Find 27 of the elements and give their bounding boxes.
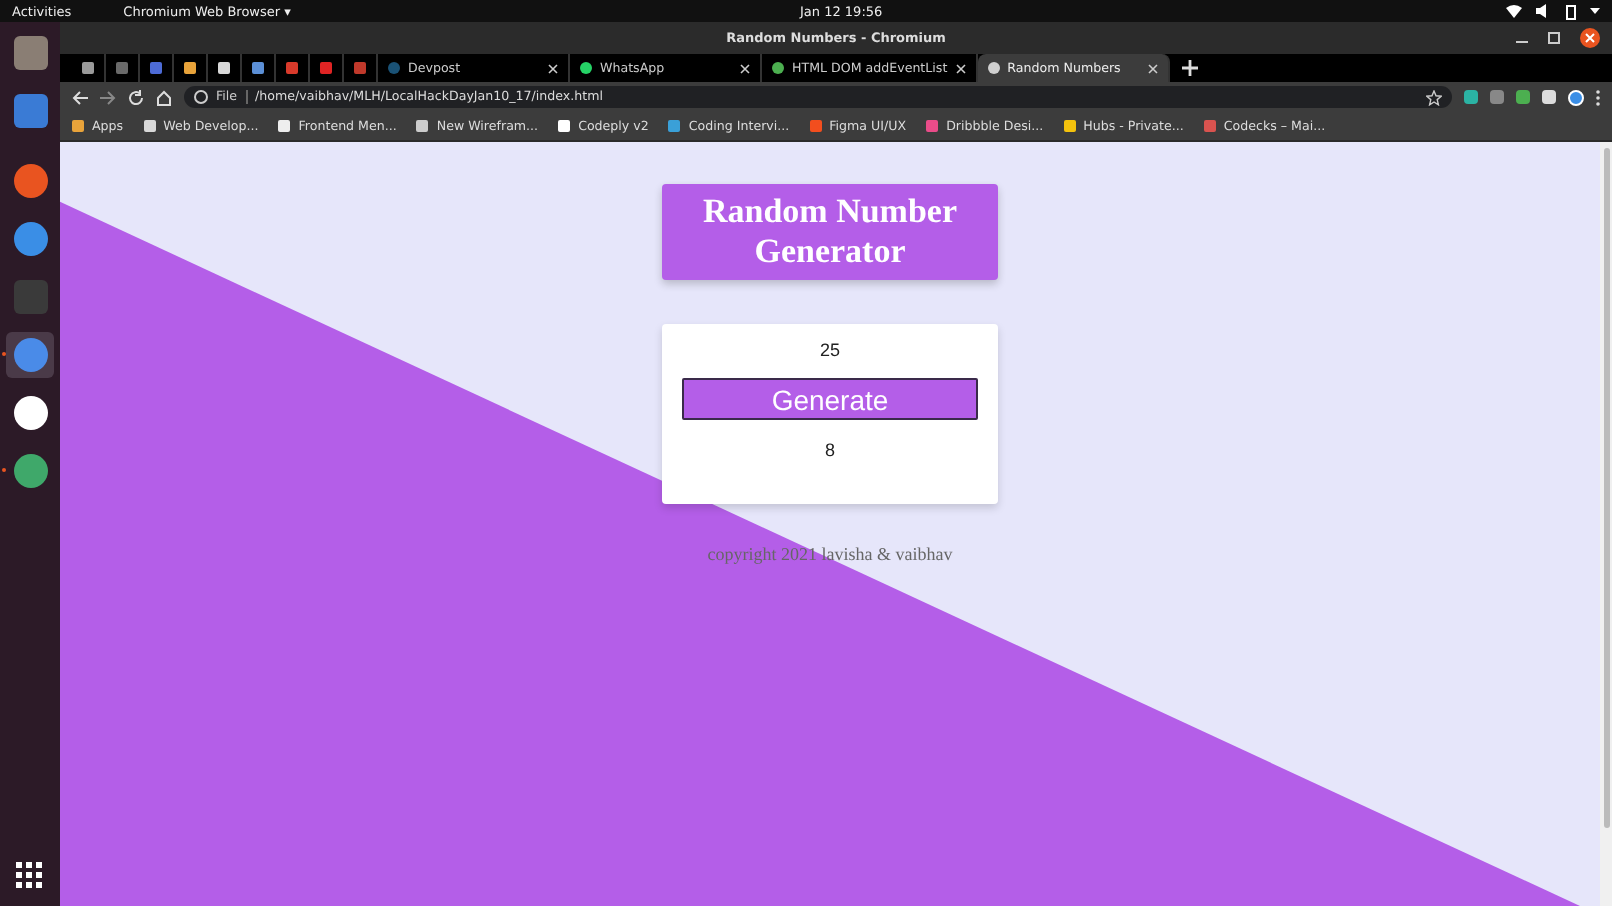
close-tab-icon[interactable]	[740, 63, 750, 73]
close-tab-icon[interactable]	[1147, 63, 1158, 73]
caret-icon[interactable]	[1590, 7, 1600, 15]
star-icon[interactable]	[1426, 89, 1442, 105]
generate-button[interactable]: Generate	[682, 378, 978, 420]
running-indicator	[2, 468, 6, 472]
battery-icon[interactable]	[1566, 3, 1576, 19]
avatar-icon[interactable]	[1568, 89, 1584, 105]
page-heading: Random Number Generator	[662, 184, 998, 280]
restore-icon[interactable]	[1548, 32, 1560, 44]
volume-icon[interactable]	[1536, 4, 1552, 18]
forward-icon[interactable]	[100, 89, 116, 105]
scrollbar[interactable]	[1600, 142, 1612, 906]
copyright-text: copyright 2021 lavisha & vaibhav	[707, 544, 953, 564]
new-tab-icon[interactable]	[1181, 60, 1198, 76]
info-icon	[194, 90, 208, 104]
reload-icon[interactable]	[128, 89, 144, 105]
wifi-icon[interactable]	[1506, 4, 1522, 18]
close-tab-icon[interactable]	[955, 63, 966, 73]
close-tab-icon[interactable]	[548, 63, 558, 73]
running-indicator	[2, 352, 6, 356]
result-text: 8	[824, 440, 835, 460]
number-input[interactable]: 25	[730, 340, 930, 360]
close-icon[interactable]	[1580, 28, 1600, 48]
home-icon[interactable]	[156, 89, 172, 105]
back-icon[interactable]	[72, 89, 88, 105]
apps-grid-icon[interactable]	[16, 862, 44, 890]
